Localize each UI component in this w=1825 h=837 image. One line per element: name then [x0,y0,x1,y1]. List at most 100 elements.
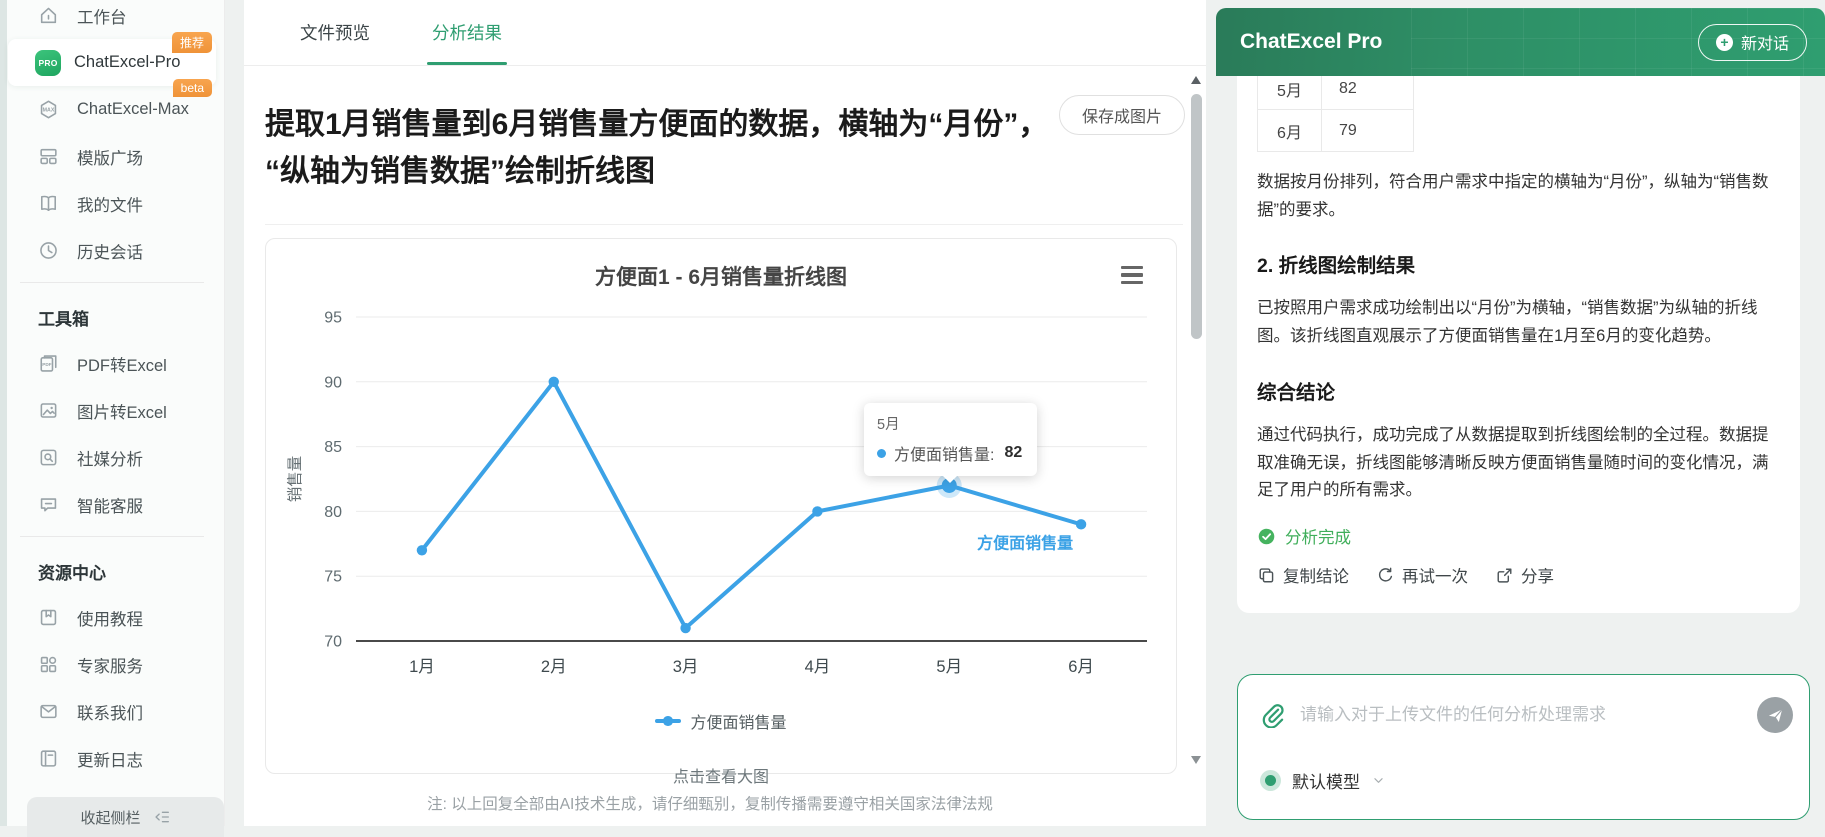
chat-input[interactable] [1300,705,1743,725]
y-tick-label: 85 [324,439,342,456]
sidebar-item-template-plaza[interactable]: 模版广场 [8,133,216,180]
scrollbar-down-arrow[interactable] [1191,756,1201,764]
sidebar-item-label: 工作台 [77,4,127,28]
data-point[interactable] [549,377,559,387]
sidebar-item-pdf-to-excel[interactable]: PDFPDF转Excel [8,340,216,387]
x-tick-label: 2月 [541,658,567,676]
new-chat-button[interactable]: + 新对话 [1698,24,1807,61]
layout-icon [38,146,59,167]
tab-analysis-result[interactable]: 分析结果 [432,20,502,45]
sidebar-item-my-files[interactable]: 我的文件 [8,180,216,227]
legend-line-marker [655,719,681,723]
view-large-image-link[interactable]: 点击查看大图 [266,763,1176,787]
sidebar-item-label: 专家服务 [77,653,143,677]
ai-generated-note: 注: 以上回复全部由AI技术生成，请仔细甄别，复制传播需要遵守相关国家法律法规 [244,792,1176,814]
svg-text:MAX: MAX [43,108,55,114]
sidebar-item-social-media-analysis[interactable]: 社媒分析 [8,434,216,481]
sidebar-item-label: ChatExcel-Max [77,100,189,119]
model-label: 默认模型 [1292,768,1360,793]
title-line-1: 提取1月销售量到6月销售量方便面的数据，横轴为“月份”， [265,108,1048,141]
analysis-question-title: 提取1月销售量到6月销售量方便面的数据，横轴为“月份”， “纵轴为销售数据”绘制… [265,102,1170,195]
mail-icon [38,701,59,722]
section-title: 工具箱 [0,291,224,340]
sidebar-divider [20,282,204,283]
send-button[interactable] [1757,697,1793,733]
sidebar-item-chatexcel-max[interactable]: MAXChatExcel-Maxbeta [8,86,216,133]
sidebar-item-label: 历史会话 [77,239,143,263]
share-button[interactable]: 分享 [1495,563,1554,587]
plus-icon: + [1716,34,1733,51]
collapse-sidebar-label: 收起侧栏 [80,807,140,828]
section-title: 资源中心 [0,545,224,594]
chevron-down-icon [1371,773,1386,788]
chat-panel: ChatExcel Pro + 新对话 5月826月79 数据按月份排列，符合用… [1216,8,1825,826]
scrollbar-thumb[interactable] [1191,94,1202,339]
y-axis-title: 销售量 [286,456,304,503]
sidebar-item-contact-us[interactable]: 联系我们 [8,688,216,735]
sidebar-item-smart-customer-service[interactable]: 智能客服 [8,481,216,528]
legend-label: 方便面销售量 [690,709,786,733]
table-cell: 82 [1322,76,1414,110]
paperclip-icon[interactable] [1260,702,1286,728]
model-status-dot [1260,770,1281,791]
model-selector[interactable]: 默认模型 [1260,768,1386,793]
chat-message-card: 5月826月79 数据按月份排列，符合用户需求中指定的横轴为“月份”，纵轴为“销… [1237,76,1800,613]
sidebar-item-label: 图片转Excel [77,399,167,423]
x-tick-label: 3月 [673,658,699,676]
chat-panel-header: ChatExcel Pro + 新对话 [1216,8,1825,76]
clock-icon [38,240,59,261]
sidebar-item-label: 我的文件 [77,192,143,216]
data-point[interactable] [417,545,427,555]
pro-icon: PRO [35,50,61,76]
collapse-icon [153,808,171,826]
app-title: ChatExcel Pro [1240,30,1382,54]
main-content-card: 文件预览 分析结果 保存成图片 提取1月销售量到6月销售量方便面的数据，横轴为“… [244,0,1206,826]
sidebar-item-label: 智能客服 [77,493,143,517]
analysis-paragraph-3: 通过代码执行，成功完成了从数据提取到折线图绘制的全过程。数据提取准确无误，折线图… [1257,422,1780,505]
collapse-sidebar-button[interactable]: 收起侧栏 [27,797,224,837]
sidebar-item-label: 使用教程 [77,606,143,630]
sidebar-item-label: 联系我们 [77,700,143,724]
data-point[interactable] [1076,519,1086,529]
sidebar-divider [20,536,204,537]
data-point[interactable] [680,623,690,633]
action-label: 再试一次 [1402,563,1468,587]
line-chart-svg: 707580859095销售量1月2月3月4月5月6月方便面销售量 [266,239,1178,701]
tab-file-preview[interactable]: 文件预览 [300,20,370,45]
x-tick-label: 6月 [1068,658,1094,676]
data-point[interactable] [812,506,822,516]
chart-legend[interactable]: 方便面销售量 [266,709,1176,733]
sidebar-nav-sections: 工具箱PDFPDF转Excel 图片转Excel 社媒分析智能客服资源中心使用教程专… [0,282,224,782]
retry-button[interactable]: 再试一次 [1376,563,1468,587]
sidebar-item-label: 更新日志 [77,747,143,771]
y-tick-label: 90 [324,374,342,391]
line-chart-card: 方便面1 - 6月销售量折线图 707580859095销售量1月2月3月4月5… [265,238,1177,774]
title-divider [265,224,1183,225]
copy-conclusion-button[interactable]: 复制结论 [1257,563,1349,587]
y-tick-label: 70 [324,634,342,651]
journal-icon [38,748,59,769]
main-scrollbar[interactable] [1190,68,1203,826]
apps-icon [38,654,59,675]
check-circle-icon [1257,527,1276,546]
chart-tooltip: 5月 方便面销售量: 82 [864,403,1037,476]
sidebar-nav-main: 工作台PROChatExcel-Pro推荐MAXChatExcel-Maxbet… [0,0,224,274]
save-as-image-button[interactable]: 保存成图片 [1059,95,1185,135]
tab-bar: 文件预览 分析结果 [244,0,1206,66]
sidebar-item-tutorial[interactable]: 使用教程 [8,594,216,641]
action-label: 分享 [1521,563,1554,587]
table-row: 5月82 [1258,76,1414,110]
analysis-status: 分析完成 [1257,524,1780,548]
sidebar-item-label: 社媒分析 [77,446,143,470]
sidebar-item-history-sessions[interactable]: 历史会话 [8,227,216,274]
sidebar-item-label: ChatExcel-Pro [74,53,180,72]
copy-icon [1257,566,1276,585]
sidebar-item-image-to-excel[interactable]: 图片转Excel [8,387,216,434]
tooltip-category: 5月 [877,413,1022,434]
scrollbar-up-arrow[interactable] [1191,76,1201,84]
tooltip-series-label: 方便面销售量: [894,441,994,465]
y-tick-label: 95 [324,310,342,327]
sidebar-item-changelog[interactable]: 更新日志 [8,735,216,782]
status-label: 分析完成 [1285,524,1351,548]
sidebar-item-expert-service[interactable]: 专家服务 [8,641,216,688]
